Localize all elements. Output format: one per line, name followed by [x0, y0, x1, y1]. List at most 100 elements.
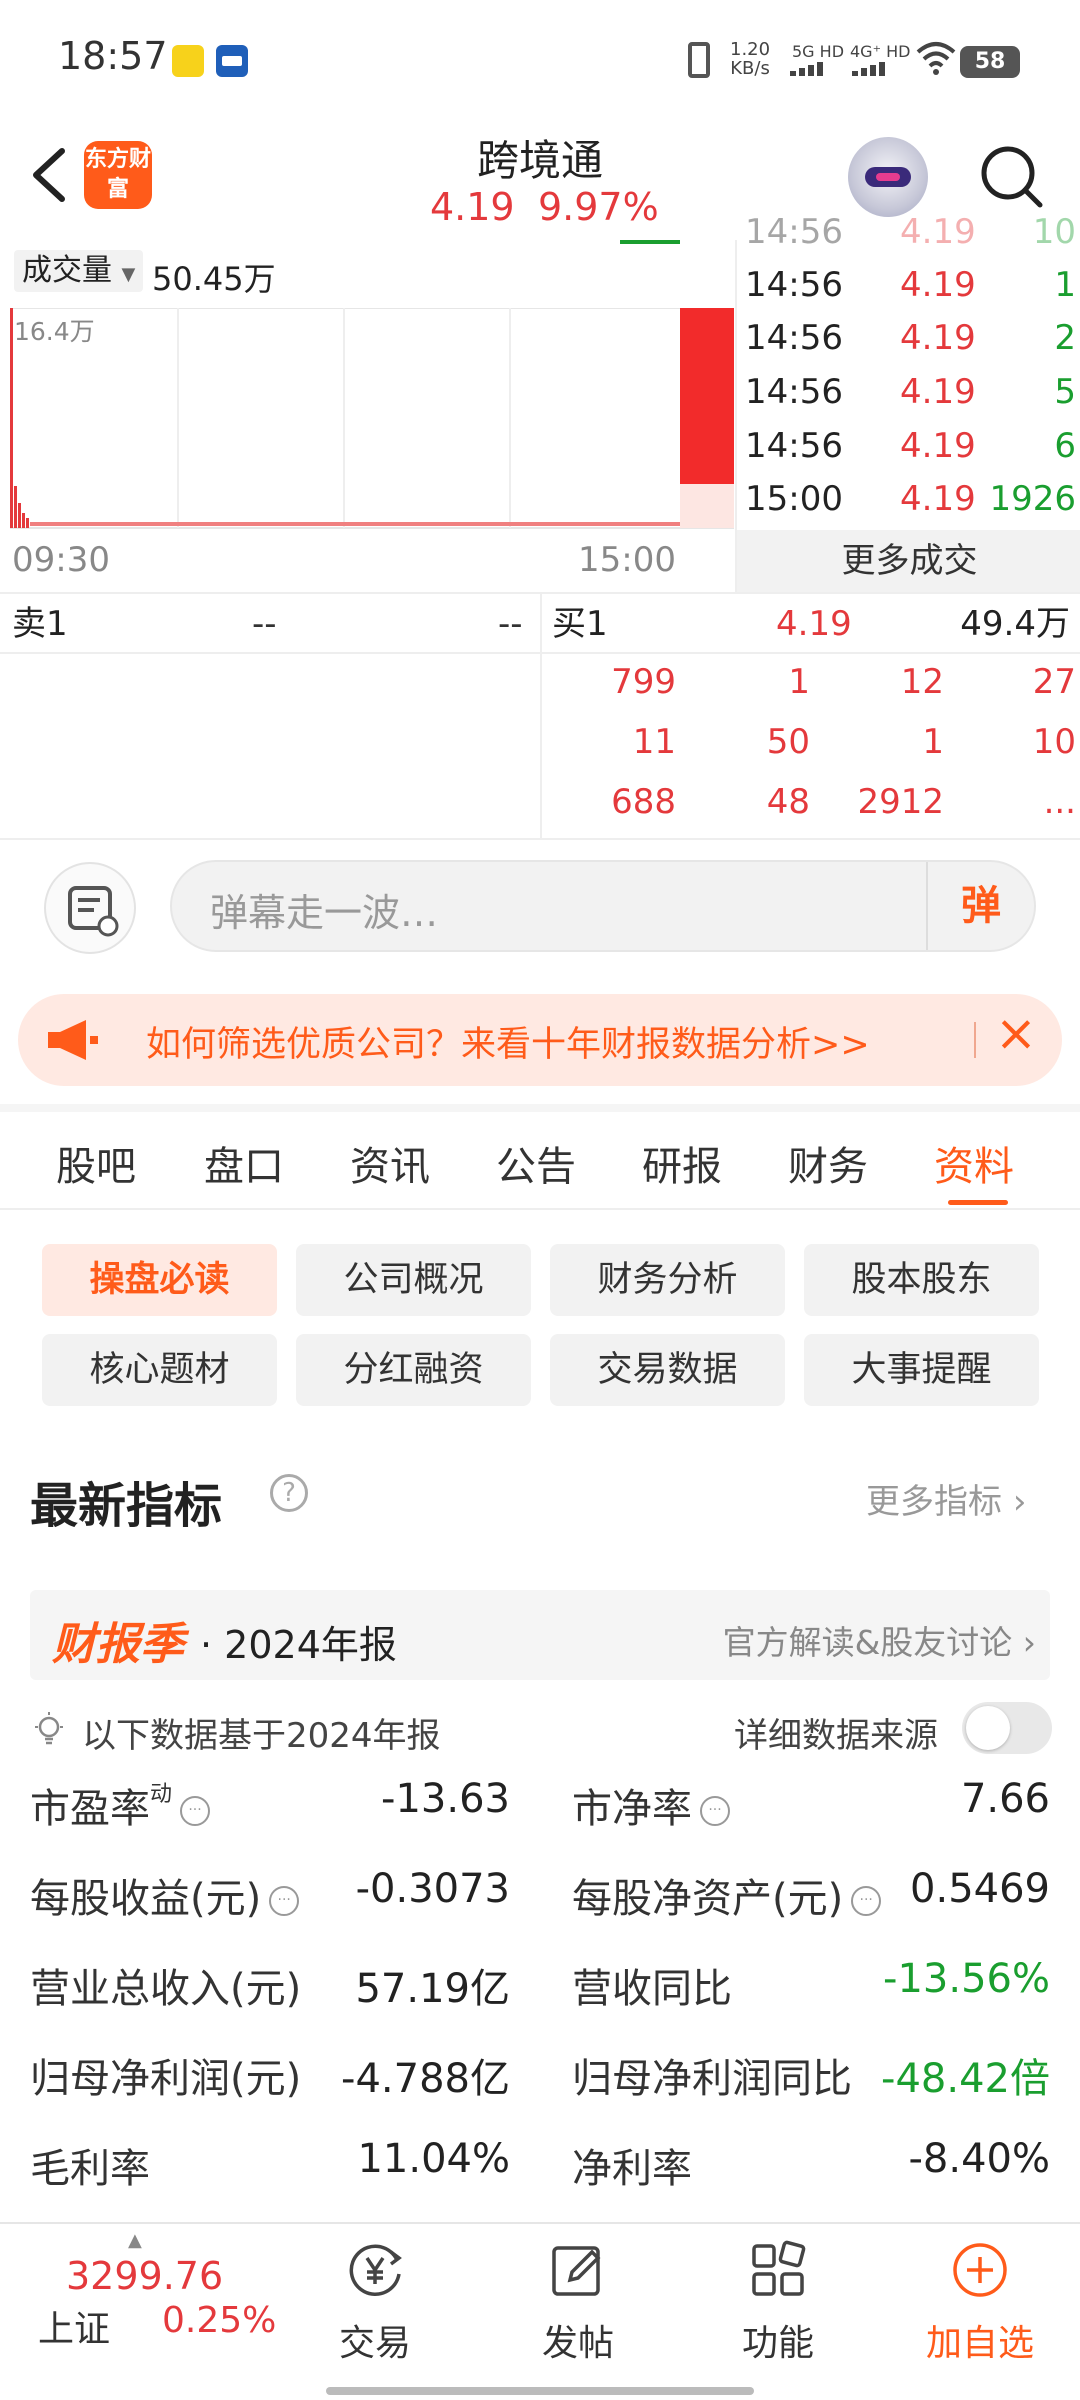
more-trades-button[interactable]: 更多成交: [737, 530, 1080, 592]
signal-icon: [852, 62, 890, 76]
volume-chart[interactable]: 成交量 ▼ 50.45万 16.4万 09:30 15:00: [0, 240, 735, 592]
index-value[interactable]: 3299.76: [66, 2254, 223, 2298]
nav-add-watchlist[interactable]: 加自选: [910, 2238, 1050, 2366]
trade-time: 14:56: [745, 265, 843, 305]
barrage-send-button[interactable]: 弹: [926, 862, 1034, 950]
tab-news[interactable]: 资讯: [350, 1134, 430, 1192]
volume-bars: [10, 308, 734, 529]
promo-banner[interactable]: 如何筛选优质公司？来看十年财报数据分析>> ×: [18, 994, 1062, 1086]
queue-item: 688: [611, 782, 676, 822]
report-discussion-link[interactable]: 官方解读&股友讨论 ›: [723, 1616, 1036, 1664]
trade-time: 14:56: [745, 426, 843, 466]
volume-max-label: 16.4万: [14, 317, 95, 346]
tab-research[interactable]: 研报: [642, 1134, 722, 1192]
grid-icon: [746, 2238, 810, 2302]
time-end-label: 15:00: [578, 540, 676, 580]
bottom-navigation: ▲ 3299.76 上证 0.25% 交易 发帖 功能 加自选: [0, 2222, 1080, 2400]
metric-label-sup: 动: [150, 1782, 173, 1807]
trade-row: 14:56 4.19 2: [737, 318, 1080, 372]
nav-trade[interactable]: 交易: [305, 2238, 445, 2366]
report-season-bar[interactable]: 财报季 · 2024年报 官方解读&股友讨论 ›: [30, 1590, 1050, 1680]
metric-label: 净利率: [572, 2146, 692, 2192]
trade-volume: 5: [1054, 372, 1076, 412]
info-icon[interactable]: ···: [269, 1886, 300, 1916]
tab-announcements[interactable]: 公告: [496, 1134, 576, 1192]
clock: 18:57: [58, 34, 168, 78]
subtab-events[interactable]: 大事提醒: [804, 1334, 1039, 1406]
nav-post-label: 发帖: [541, 2323, 614, 2364]
trade-row-partial: 14:56 4.19 10: [745, 212, 1076, 252]
data-basis-note: 以下数据基于2024年报: [82, 1716, 441, 1756]
info-icon[interactable]: ···: [180, 1796, 211, 1826]
network-speed-unit: KB/s: [730, 58, 770, 79]
subtab-core-themes[interactable]: 核心题材: [42, 1334, 277, 1406]
plus-circle-icon: [948, 2238, 1012, 2302]
subtab-company-overview[interactable]: 公司概况: [296, 1244, 531, 1316]
barrage-bar: 弹幕走一波… 弹: [0, 860, 1080, 960]
megaphone-icon: [46, 1016, 100, 1064]
index-name[interactable]: 上证: [38, 2300, 110, 2352]
close-icon[interactable]: ×: [986, 1004, 1046, 1062]
robot-assistant-icon[interactable]: [848, 137, 928, 217]
metric-row: 每股收益(元) ··· -0.3073 每股净资产(元) ··· 0.5469: [0, 1866, 1080, 1946]
nav-trade-label: 交易: [338, 2323, 411, 2364]
report-discussion-label: 官方解读&股友讨论: [722, 1623, 1013, 1662]
trade-volume: 1: [1054, 265, 1076, 305]
subtab-dividends[interactable]: 分红融资: [296, 1334, 531, 1406]
promo-text: 如何筛选优质公司？来看十年财报数据分析>>: [146, 1025, 870, 1065]
chevron-right-icon: ›: [1012, 1482, 1027, 1522]
queue-item: 27: [1032, 662, 1076, 702]
trade-price: 4.19: [900, 265, 976, 305]
nav-post[interactable]: 发帖: [508, 2238, 648, 2366]
promo-separator: [974, 1022, 976, 1058]
price-line-fragment: [620, 240, 680, 244]
more-indicators-label: 更多指标: [866, 1482, 1002, 1522]
network-speed-value: 1.20: [730, 39, 771, 60]
subtab-trading-essentials[interactable]: 操盘必读: [42, 1244, 277, 1316]
trade-details-list[interactable]: 14:56 4.19 10 14:56 4.19 1 14:56 4.19 2 14…: [735, 212, 1080, 592]
queue-item: 11: [632, 722, 676, 762]
trade-time: 15:00: [745, 479, 843, 519]
trade-row: 14:56 4.19 6: [737, 426, 1080, 480]
barrage-input[interactable]: 弹幕走一波… 弹: [170, 860, 1036, 952]
nav-features[interactable]: 功能: [708, 2238, 848, 2366]
trade-volume: 6: [1054, 426, 1076, 466]
index-change-pct[interactable]: 0.25%: [162, 2300, 276, 2341]
more-indicators-link[interactable]: 更多指标 ›: [866, 1474, 1026, 1523]
metric-value: -0.3073: [355, 1866, 510, 1912]
data-source-toggle[interactable]: [962, 1702, 1052, 1754]
trade-price: 4.19: [900, 426, 976, 466]
metric-value: 57.19亿: [355, 1966, 510, 2012]
queue-item: 50: [766, 722, 810, 762]
help-icon[interactable]: ?: [270, 1474, 308, 1512]
edit-icon: [546, 2238, 610, 2302]
metric-row: 毛利率 11.04% 净利率 -8.40%: [0, 2136, 1080, 2216]
search-icon[interactable]: [978, 143, 1044, 209]
metric-value: -4.788亿: [341, 2056, 510, 2102]
home-indicator[interactable]: [326, 2387, 754, 2395]
tab-guba[interactable]: 股吧: [56, 1134, 136, 1192]
barrage-settings-icon[interactable]: [44, 862, 136, 954]
battery-icon: 58: [960, 46, 1020, 78]
metric-value: 0.5469: [910, 1866, 1050, 1912]
tab-finance[interactable]: 财务: [788, 1134, 868, 1192]
sim2-label: 4G⁺ HD: [850, 42, 911, 61]
info-icon[interactable]: ···: [700, 1796, 730, 1826]
tab-profile[interactable]: 资料: [934, 1134, 1014, 1192]
trade-price: 4.19: [900, 318, 976, 358]
barrage-placeholder: 弹幕走一波…: [210, 891, 439, 935]
subtab-financial-analysis[interactable]: 财务分析: [550, 1244, 785, 1316]
buy1-volume: 49.4万: [960, 604, 1070, 644]
tab-pankou[interactable]: 盘口: [204, 1134, 284, 1192]
subtab-shareholders[interactable]: 股本股东: [804, 1244, 1039, 1316]
volume-selector[interactable]: 成交量 ▼: [14, 250, 144, 292]
buy1-price: 4.19: [776, 604, 852, 644]
metric-value: -48.42倍: [881, 2056, 1050, 2102]
nav-features-label: 功能: [741, 2323, 814, 2364]
metric-row: 市盈率动 ··· -13.63 市净率 ··· 7.66: [0, 1776, 1080, 1856]
subtab-trade-data[interactable]: 交易数据: [550, 1334, 785, 1406]
trade-price: 4.19: [900, 479, 976, 519]
metric-label: 营收同比: [572, 1966, 732, 2012]
metric-value: -8.40%: [908, 2136, 1050, 2182]
metric-label: 市净率 ···: [572, 1776, 730, 1834]
